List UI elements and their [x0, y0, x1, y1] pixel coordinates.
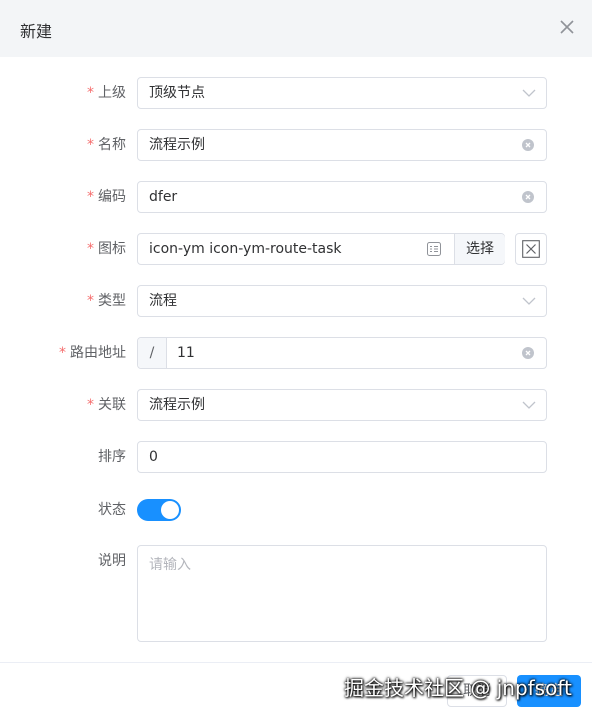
create-dialog: 新建 * 上级 顶级节点 * 名称 流程示例 * 编码 dfer * 图标 icon-y… — [0, 0, 592, 718]
icon-label: * 图标 — [87, 241, 126, 257]
route-input[interactable]: / 11 — [137, 337, 547, 369]
chevron-down-icon — [522, 89, 536, 97]
sort-input[interactable]: 0 — [137, 441, 547, 473]
list-icon — [427, 242, 441, 256]
icon-input[interactable]: icon-ym icon-ym-route-task 选择 — [137, 233, 505, 265]
code-value: dfer — [149, 189, 178, 205]
toggle-knob — [161, 501, 179, 519]
dialog-header: 新建 — [0, 0, 592, 57]
type-value: 流程 — [149, 293, 177, 309]
name-value: 流程示例 — [149, 137, 205, 153]
parent-value: 顶级节点 — [149, 85, 205, 101]
sort-value: 0 — [149, 449, 158, 465]
name-input[interactable]: 流程示例 — [137, 129, 547, 161]
route-label: * 路由地址 — [59, 345, 126, 361]
relation-select[interactable]: 流程示例 — [137, 389, 547, 421]
type-select[interactable]: 流程 — [137, 285, 547, 317]
parent-select[interactable]: 顶级节点 — [137, 77, 547, 109]
name-label: * 名称 — [87, 137, 126, 153]
sort-label: 排序 — [98, 449, 126, 465]
status-toggle[interactable] — [137, 499, 181, 521]
description-textarea[interactable]: 请输入 — [137, 545, 547, 642]
icon-value: icon-ym icon-ym-route-task — [149, 241, 342, 257]
code-label: * 编码 — [87, 189, 126, 205]
type-label: * 类型 — [87, 293, 126, 309]
relation-label: * 关联 — [87, 397, 126, 413]
watermark: 掘金技术社区 @ jnpfsoft — [344, 676, 572, 700]
clear-icon[interactable] — [522, 191, 534, 203]
route-task-icon — [522, 240, 540, 258]
chevron-down-icon — [522, 297, 536, 305]
choose-icon-button[interactable]: 选择 — [455, 234, 505, 264]
clear-icon[interactable] — [522, 347, 534, 359]
chevron-down-icon — [522, 401, 536, 409]
parent-label: * 上级 — [87, 85, 126, 101]
description-placeholder: 请输入 — [149, 557, 191, 573]
dialog-title: 新建 — [20, 22, 53, 41]
clear-icon[interactable] — [522, 139, 534, 151]
description-label: 说明 — [98, 553, 126, 569]
icon-preview — [515, 233, 547, 265]
code-input[interactable]: dfer — [137, 181, 547, 213]
route-value: 11 — [177, 345, 195, 361]
footer-divider — [0, 662, 592, 663]
close-icon[interactable] — [557, 17, 577, 37]
route-prefix: / — [138, 338, 167, 368]
relation-value: 流程示例 — [149, 397, 205, 413]
status-label: 状态 — [98, 502, 126, 518]
